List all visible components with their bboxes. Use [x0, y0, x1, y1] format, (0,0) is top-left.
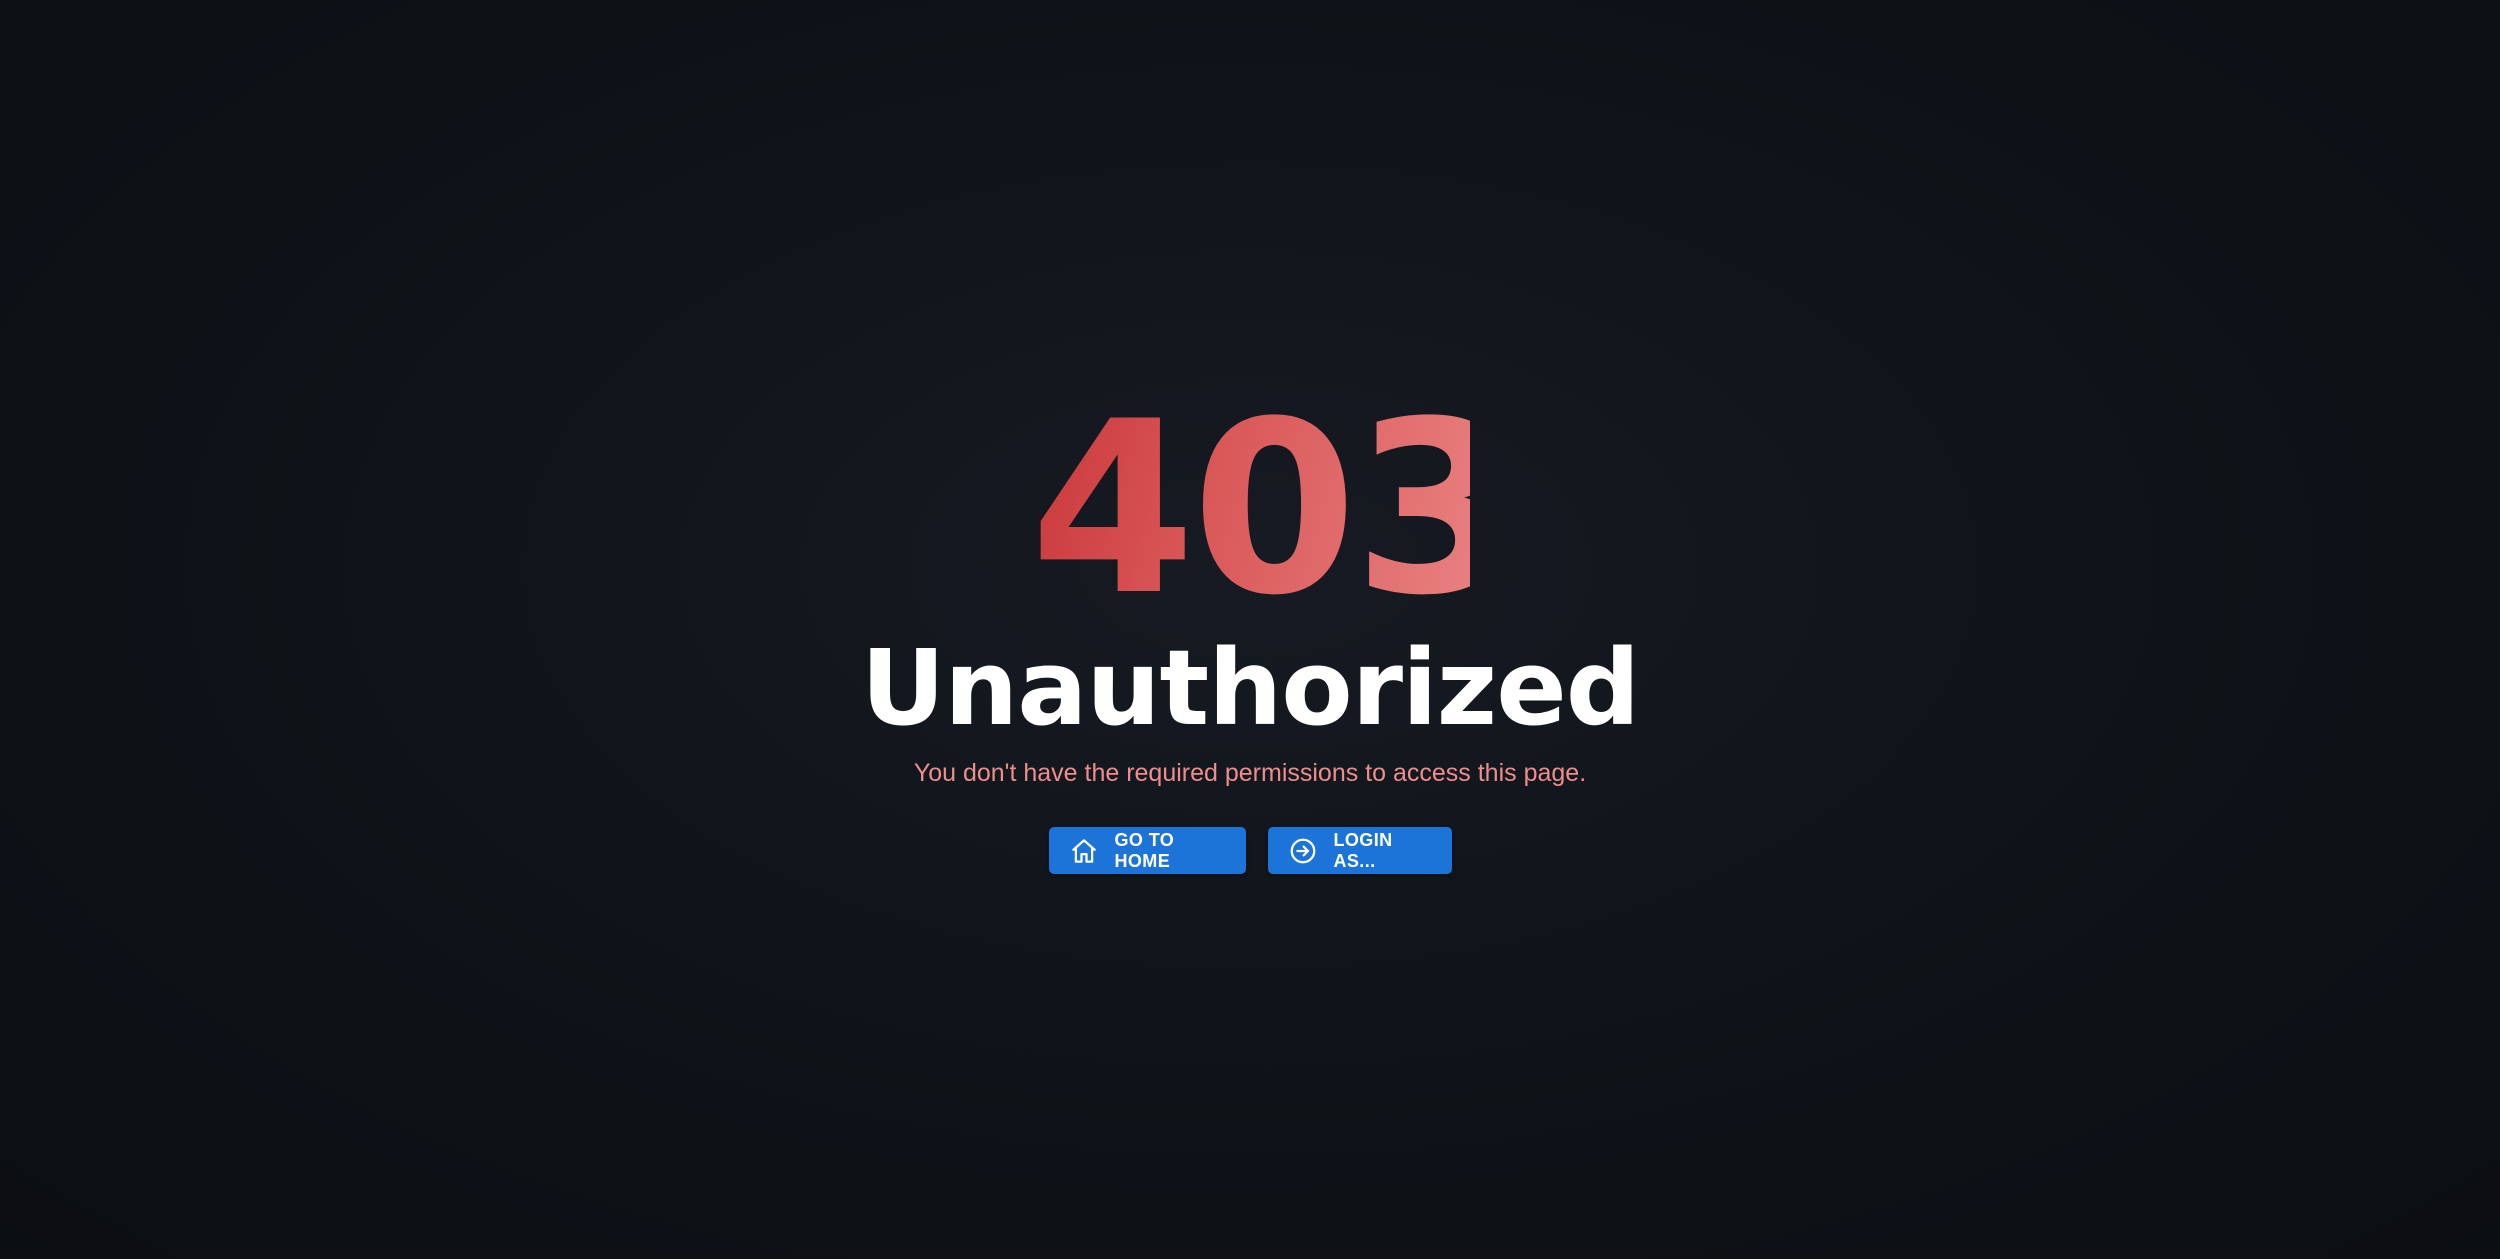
login-as-label: LOGIN AS... [1333, 829, 1393, 871]
go-to-home-button[interactable]: GO TO HOME [1048, 827, 1246, 874]
go-to-home-label: GO TO HOME [1114, 829, 1175, 871]
error-page: 403 Unauthorized You don't have the requ… [0, 0, 2500, 1259]
error-message: You don't have the required permissions … [913, 759, 1587, 787]
home-icon [1069, 836, 1099, 866]
login-icon [1288, 836, 1318, 866]
error-title: Unauthorized [860, 627, 1640, 749]
action-buttons: GO TO HOME LOGIN AS... [0, 827, 2500, 874]
login-as-button[interactable]: LOGIN AS... [1267, 827, 1452, 874]
error-code: 403 [1030, 371, 1519, 648]
